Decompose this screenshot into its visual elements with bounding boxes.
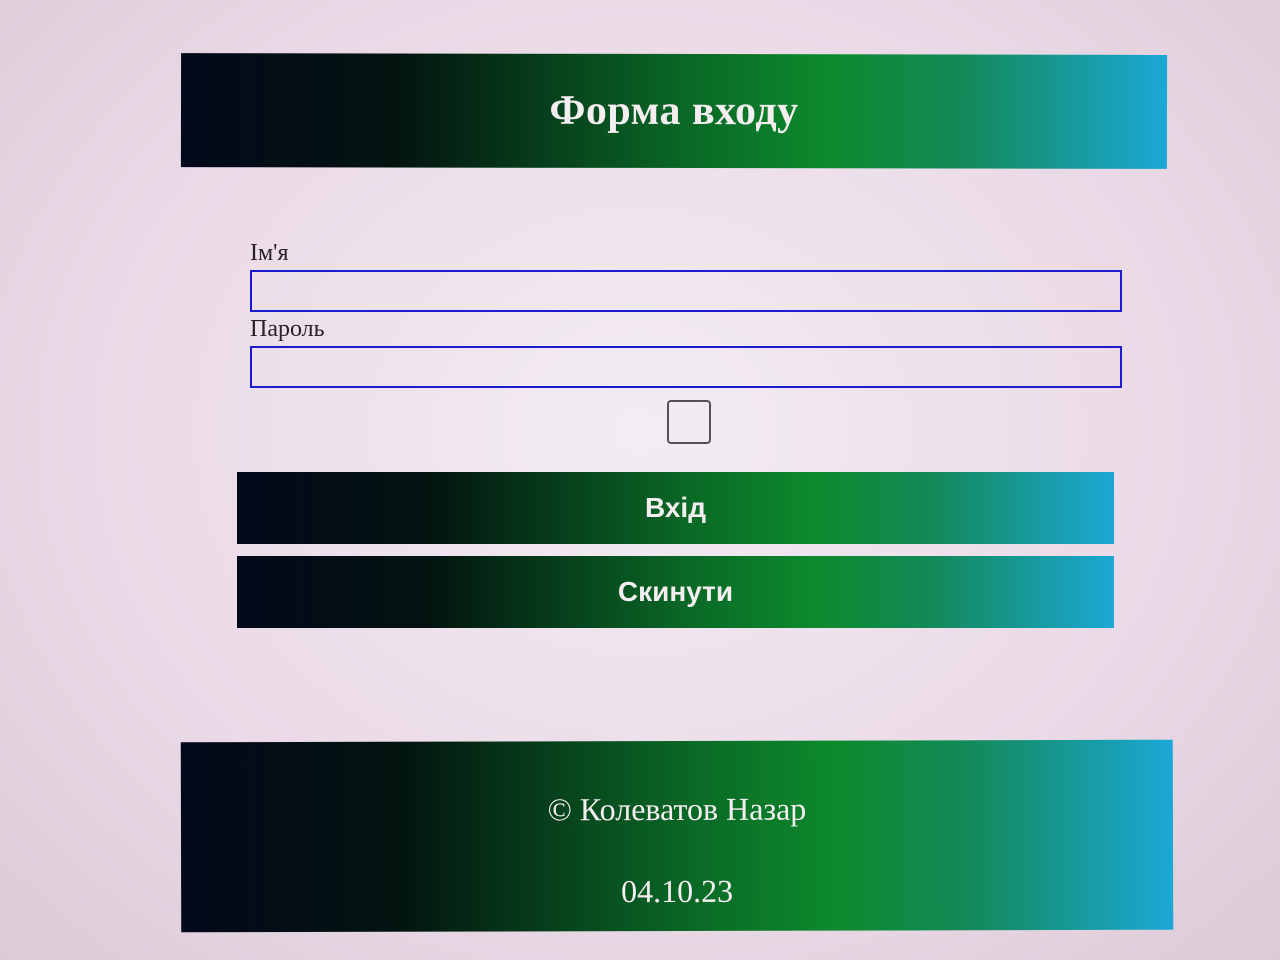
name-label: Ім'я xyxy=(250,240,289,266)
password-input[interactable] xyxy=(250,346,1122,388)
page-footer: © Колеватов Назар 04.10.23 xyxy=(180,739,1174,933)
page-title: Форма входу xyxy=(549,87,799,135)
name-input[interactable] xyxy=(250,270,1122,312)
page-header: Форма входу xyxy=(180,53,1168,169)
reset-button[interactable]: Скинути xyxy=(237,556,1114,628)
footer-date: 04.10.23 xyxy=(621,872,734,910)
login-button[interactable]: Вхід xyxy=(237,472,1114,544)
copyright-text: © Колеватов Назар xyxy=(547,790,807,828)
password-label: Пароль xyxy=(250,316,325,342)
remember-checkbox[interactable] xyxy=(667,400,711,444)
